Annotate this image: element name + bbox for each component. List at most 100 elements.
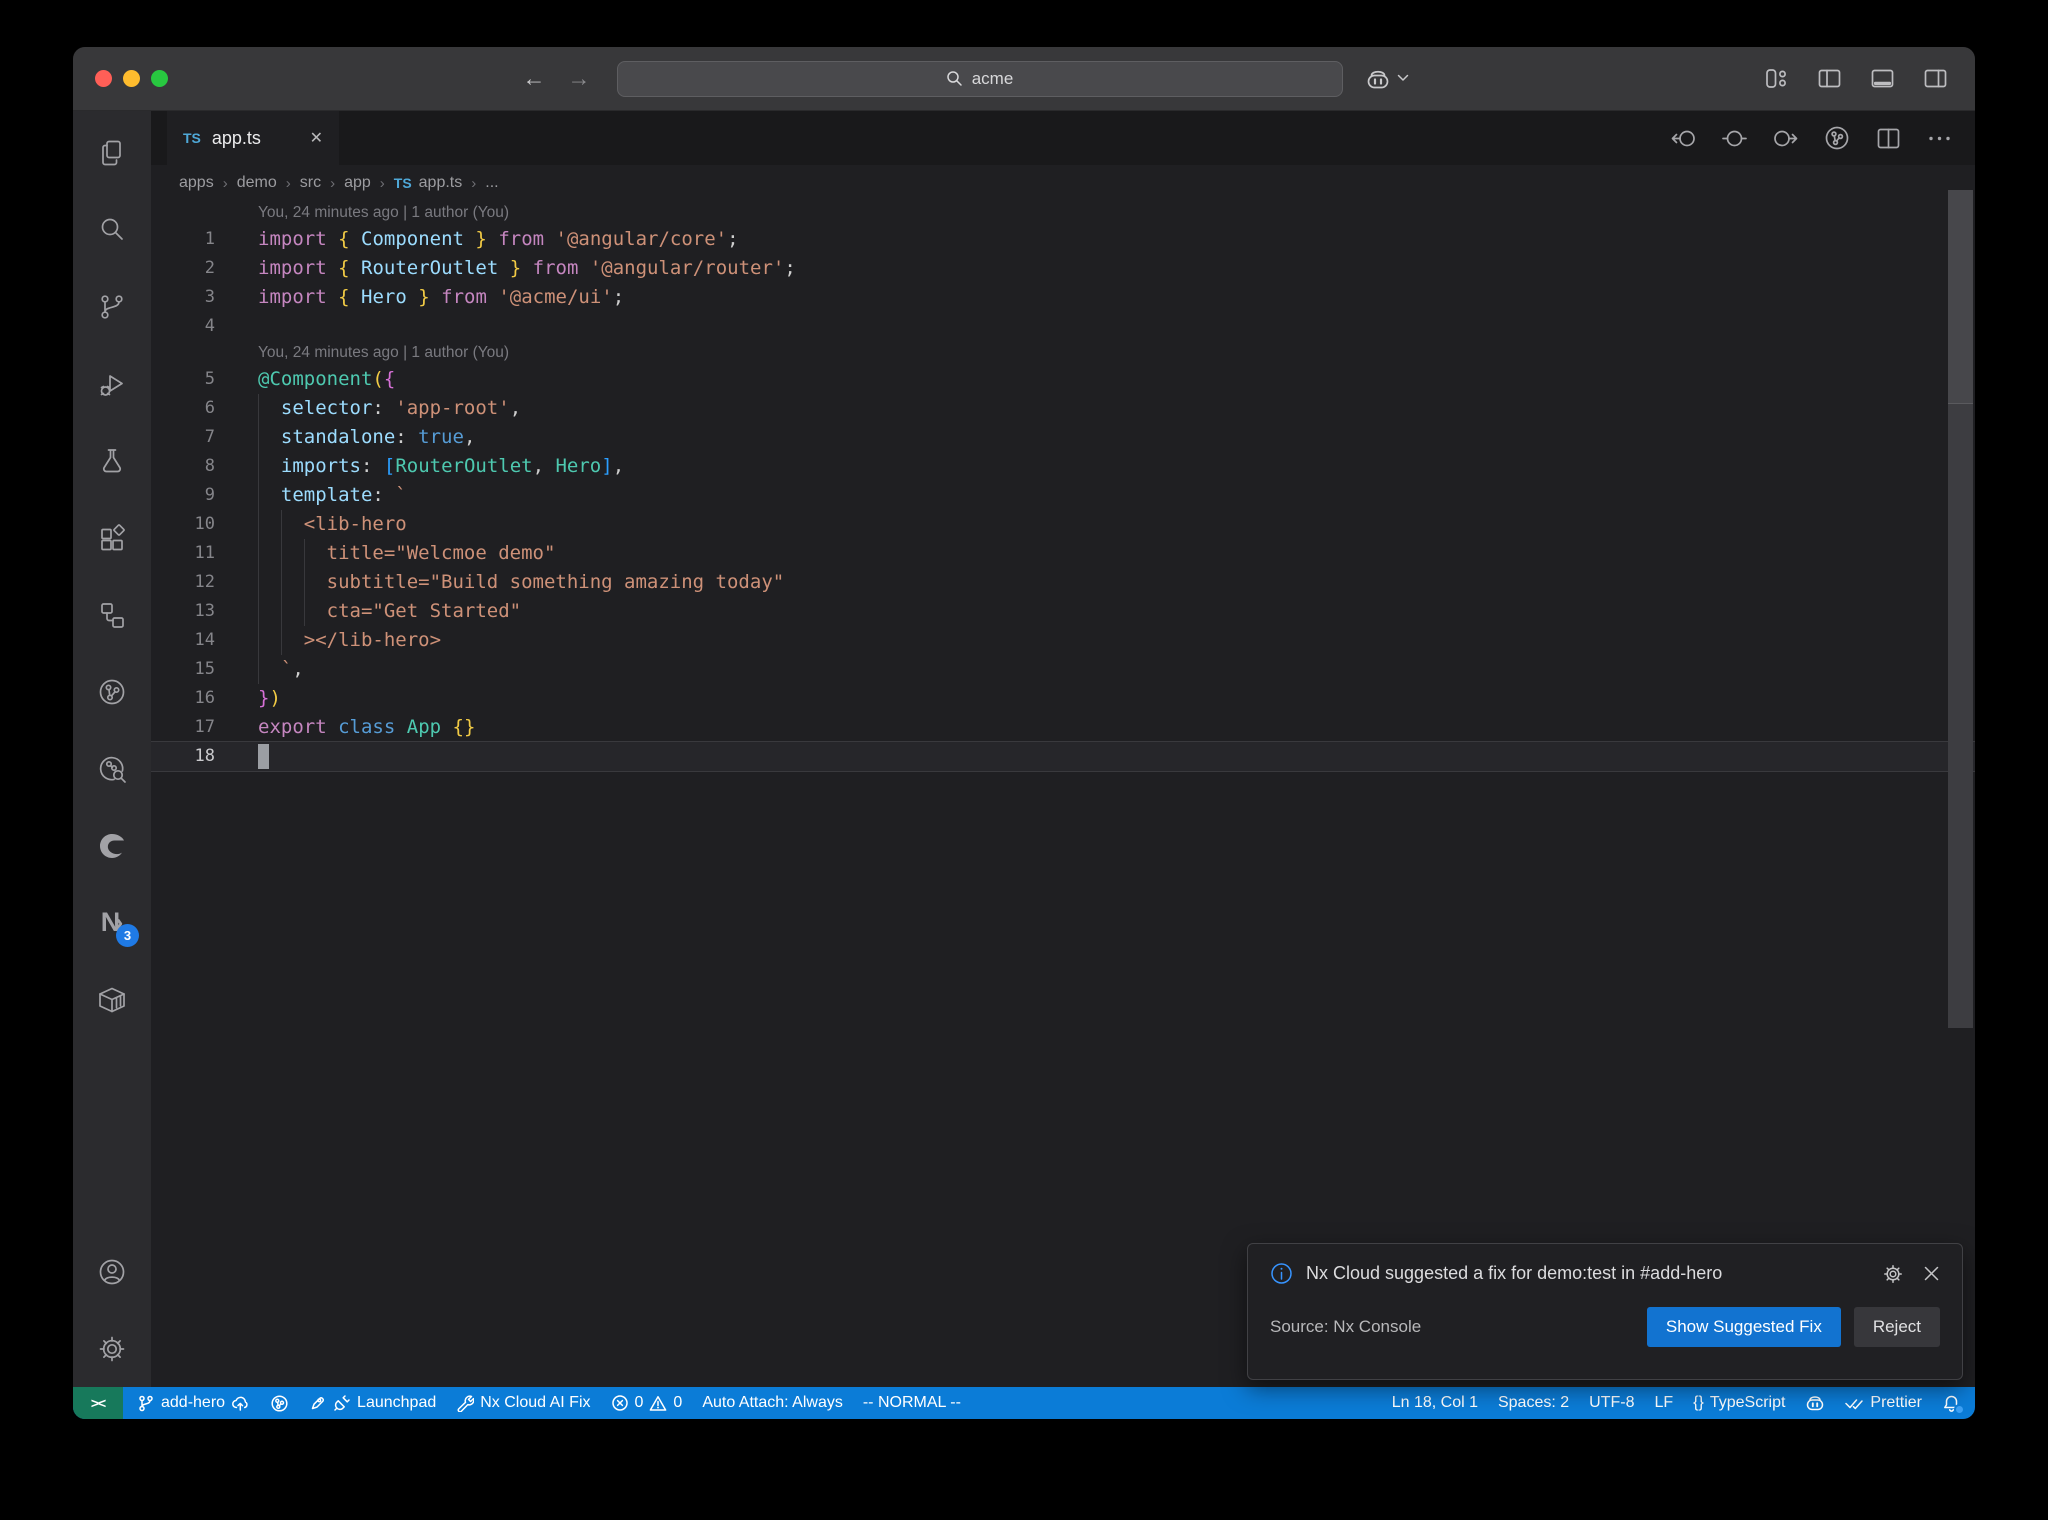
nav-forward-circle-icon[interactable]	[1772, 125, 1799, 152]
code-line-3[interactable]: 3 import { Hero } from '@acme/ui';	[151, 283, 1975, 312]
code-text: import { Hero } from '@acme/ui';	[258, 286, 625, 308]
code-text: title="Welcmoe demo"	[258, 542, 556, 564]
accounts-button[interactable]	[73, 1233, 151, 1310]
editor[interactable]: You, 24 minutes ago | 1 author (You) 1 imp…	[151, 201, 1975, 1387]
nav-back-circle-icon[interactable]	[1670, 125, 1697, 152]
line-number: 11	[194, 543, 215, 563]
code-line-1[interactable]: 1 import { Component } from '@angular/cor…	[151, 225, 1975, 254]
code-line-9[interactable]: 9 template: `	[151, 481, 1975, 510]
code-line-2[interactable]: 2 import { RouterOutlet } from '@angular/…	[151, 254, 1975, 283]
sidebar-item-commit-graph[interactable]	[73, 653, 151, 730]
sidebar-item-nx-console[interactable]: N › 3	[73, 884, 151, 961]
breadcrumb-file-label: app.ts	[418, 174, 463, 191]
show-suggested-fix-button[interactable]: Show Suggested Fix	[1646, 1307, 1841, 1347]
commit-graph-status-item[interactable]	[270, 1394, 289, 1413]
breadcrumb-item[interactable]: src	[300, 174, 321, 192]
breadcrumb-separator-icon: ›	[379, 174, 385, 192]
toggle-panel-icon[interactable]	[1869, 65, 1896, 92]
code-line-13[interactable]: 13 cta="Get Started"	[151, 597, 1975, 626]
sidebar-item-containers[interactable]	[73, 961, 151, 1038]
branch-icon	[139, 1395, 153, 1412]
tab-app-ts[interactable]: TS app.ts ✕	[167, 111, 339, 165]
warning-icon	[650, 1396, 667, 1411]
sidebar-item-hierarchy[interactable]	[73, 576, 151, 653]
sidebar-item-extensions[interactable]	[73, 499, 151, 576]
blame-text: You, 24 minutes ago | 1 author (You)	[258, 204, 510, 221]
account-icon	[99, 1259, 125, 1284]
code-line-8[interactable]: 8 imports: [RouterOutlet, Hero],	[151, 452, 1975, 481]
language-status-item[interactable]: {} TypeScript	[1693, 1394, 1785, 1412]
code-line-18[interactable]: 18	[151, 742, 1975, 771]
toggle-sidebar-icon[interactable]	[1816, 65, 1843, 92]
gear-icon	[99, 1336, 125, 1361]
close-icon[interactable]	[1923, 1265, 1940, 1282]
notifications-bell[interactable]	[1942, 1394, 1965, 1415]
remote-indicator[interactable]: ><	[73, 1387, 123, 1419]
more-actions-icon[interactable]	[1926, 125, 1953, 152]
code-line-4[interactable]: 4	[151, 312, 1975, 341]
indentation-status-item[interactable]: Spaces: 2	[1498, 1394, 1569, 1412]
code-line-10[interactable]: 10 <lib-hero	[151, 510, 1975, 539]
notification-settings-gear-icon[interactable]	[1883, 1264, 1903, 1284]
zoom-button[interactable]	[151, 70, 168, 87]
nav-back-icon[interactable]: ←	[523, 65, 546, 92]
sidebar-item-search[interactable]	[73, 191, 151, 268]
code-text: cta="Get Started"	[258, 600, 522, 622]
scrollbar-thumb[interactable]	[1948, 190, 1973, 403]
sidebar-item-testing[interactable]	[73, 422, 151, 499]
reject-button[interactable]: Reject	[1853, 1307, 1940, 1347]
nx-cloud-fix-status-item[interactable]: Nx Cloud AI Fix	[456, 1394, 591, 1412]
split-editor-icon[interactable]	[1875, 125, 1902, 152]
encoding-status-item[interactable]: UTF-8	[1589, 1394, 1634, 1412]
breadcrumb-item[interactable]: demo	[237, 174, 277, 192]
copilot-status-item[interactable]	[1805, 1393, 1825, 1413]
sidebar-item-source-control[interactable]	[73, 268, 151, 345]
customize-layout-icon[interactable]	[1763, 65, 1790, 92]
code-text: import { RouterOutlet } from '@angular/r…	[258, 257, 796, 279]
eol-status-item[interactable]: LF	[1654, 1394, 1673, 1412]
code-line-14[interactable]: 14 ></lib-hero>	[151, 626, 1975, 655]
code-line-17[interactable]: 17 export class App {}	[151, 713, 1975, 742]
vim-mode-status-item[interactable]: -- NORMAL --	[863, 1394, 961, 1412]
nav-current-circle-icon[interactable]	[1721, 125, 1748, 152]
tab-bar: TS app.ts ✕	[151, 111, 1975, 165]
code-line-6[interactable]: 6 selector: 'app-root',	[151, 394, 1975, 423]
code-line-16[interactable]: 16})	[151, 684, 1975, 713]
problems-status-item[interactable]: 0 0	[611, 1394, 682, 1412]
launchpad-status-item[interactable]: Launchpad	[309, 1394, 436, 1412]
code-line-11[interactable]: 11 title="Welcmoe demo"	[151, 539, 1975, 568]
code-line-15[interactable]: 15 `,	[151, 655, 1975, 684]
sidebar-item-run-debug[interactable]	[73, 345, 151, 422]
formatter-status-item[interactable]: Prettier	[1845, 1394, 1922, 1412]
settings-button[interactable]	[73, 1310, 151, 1387]
code-line-7[interactable]: 7 standalone: true,	[151, 423, 1975, 452]
blame-text: You, 24 minutes ago | 1 author (You)	[258, 344, 510, 361]
commit-graph-icon	[99, 679, 125, 704]
code-line-12[interactable]: 12 subtitle="Build something amazing tod…	[151, 568, 1975, 597]
command-center-search[interactable]: acme	[616, 60, 1343, 97]
code-line-5[interactable]: 5 @Component({	[151, 365, 1975, 394]
window-controls	[73, 70, 168, 87]
sidebar-item-explorer[interactable]	[73, 114, 151, 191]
commit-graph-circled-icon[interactable]	[1823, 124, 1851, 152]
breadcrumb-item[interactable]: app	[344, 174, 371, 192]
auto-attach-status-item[interactable]: Auto Attach: Always	[702, 1394, 843, 1412]
nav-forward-icon[interactable]: →	[568, 65, 591, 92]
sidebar-item-gitlens-inspect[interactable]	[73, 730, 151, 807]
sidebar-item-edge-tools[interactable]	[73, 807, 151, 884]
breadcrumb-overflow[interactable]: ...	[485, 174, 498, 192]
minimize-button[interactable]	[123, 70, 140, 87]
code-text: })	[258, 687, 281, 709]
branch-status-item[interactable]: add-hero	[137, 1394, 250, 1412]
breadcrumb-item[interactable]: apps	[179, 174, 214, 192]
tab-close-icon[interactable]: ✕	[310, 128, 323, 148]
titlebar: ← → acme	[73, 47, 1975, 111]
close-button[interactable]	[95, 70, 112, 87]
copilot-menu[interactable]	[1365, 66, 1409, 92]
cursor-position-status-item[interactable]: Ln 18, Col 1	[1392, 1394, 1478, 1412]
toggle-secondary-sidebar-icon[interactable]	[1922, 65, 1949, 92]
scrollbar-track-decorations[interactable]	[1948, 403, 1973, 1028]
breadcrumb-file[interactable]: TS app.ts	[394, 174, 462, 192]
search-value: acme	[971, 68, 1014, 88]
search-icon	[101, 218, 123, 240]
